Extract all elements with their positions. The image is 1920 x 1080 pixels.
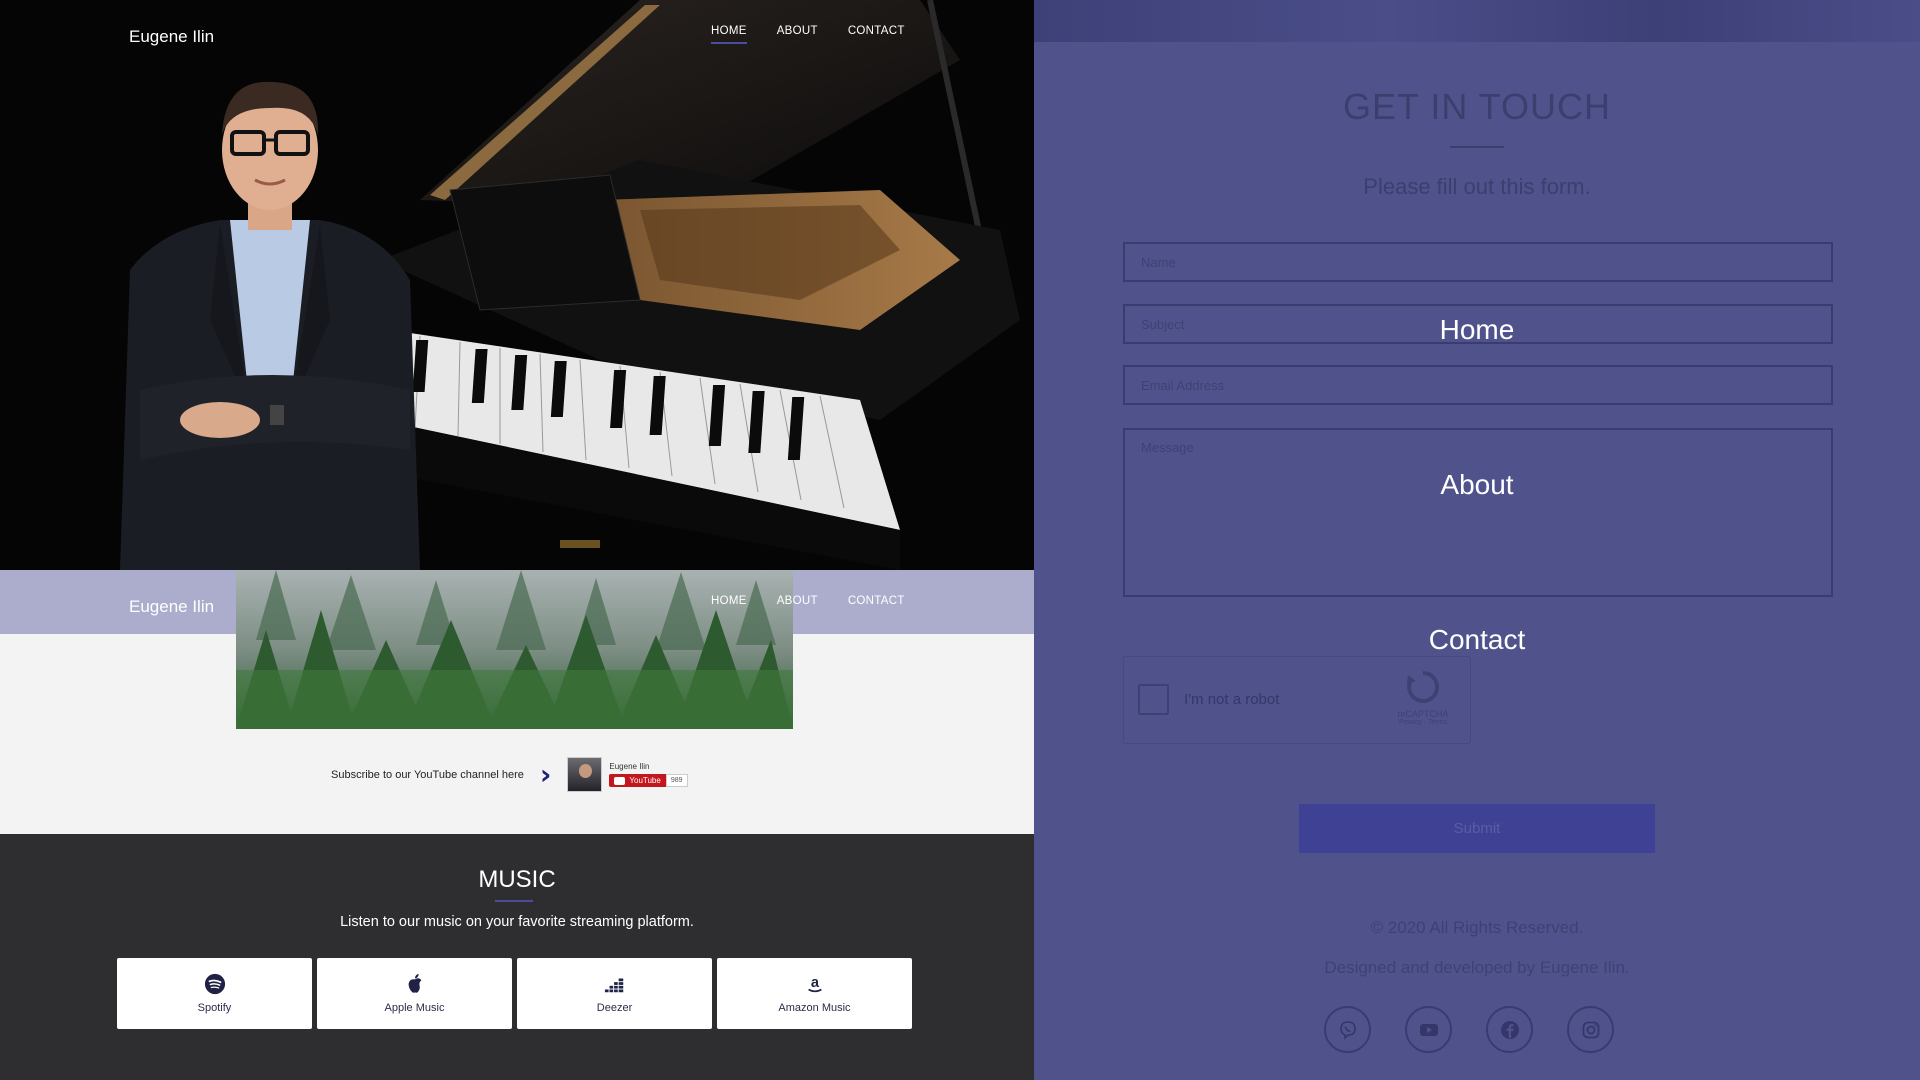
chevron-right-icon: › — [539, 757, 552, 791]
nav-about[interactable]: ABOUT — [777, 25, 818, 44]
menu-link-contact[interactable]: Contact — [1034, 624, 1920, 656]
facebook-icon — [1500, 1020, 1519, 1039]
deezer-icon — [604, 978, 623, 993]
spotify-button[interactable]: Spotify — [117, 958, 312, 1029]
platform-label: Apple Music — [384, 1002, 445, 1014]
recaptcha-links[interactable]: Privacy - Terms — [1388, 719, 1458, 726]
sticky-nav-about[interactable]: ABOUT — [777, 595, 818, 607]
portrait-image — [120, 81, 420, 570]
contact-page-overlay: GET IN TOUCH Please fill out this form. … — [1034, 0, 1920, 1080]
sticky-nav-contact[interactable]: CONTACT — [848, 595, 905, 607]
main-page-preview: Eugene Ilin HOME ABOUT CONTACT Eugene Il… — [0, 0, 1034, 1080]
contact-divider — [1450, 146, 1504, 148]
recaptcha-icon — [1407, 670, 1440, 703]
sticky-brand[interactable]: Eugene Ilin — [129, 597, 214, 617]
contact-title: GET IN TOUCH — [1342, 86, 1612, 127]
youtube-icon — [1419, 1023, 1438, 1036]
youtube-subscribe: Subscribe to our YouTube channel here › … — [331, 757, 688, 792]
viber-icon — [1339, 1020, 1356, 1040]
facebook-link[interactable] — [1486, 1006, 1533, 1053]
instagram-link[interactable] — [1567, 1006, 1614, 1053]
contact-subtitle: Please fill out this form. — [1363, 174, 1591, 199]
amazon-music-button[interactable]: a Amazon Music — [717, 958, 912, 1029]
email-field[interactable] — [1123, 365, 1833, 405]
platform-list: Spotify Apple Music Deezer a Amazon Musi… — [117, 958, 912, 1029]
instagram-icon — [1582, 1021, 1599, 1038]
music-divider — [495, 900, 533, 902]
music-subtitle: Listen to our music on your favorite str… — [340, 914, 694, 930]
apple-icon — [408, 973, 421, 993]
recaptcha-label: I'm not a robot — [1184, 691, 1280, 708]
nav-contact[interactable]: CONTACT — [848, 25, 905, 44]
nav-home[interactable]: HOME — [711, 25, 747, 44]
sticky-nav: HOME ABOUT CONTACT — [711, 595, 905, 607]
recaptcha-widget: I'm not a robot reCAPTCHA Privacy - Term… — [1123, 656, 1471, 744]
main-nav: HOME ABOUT CONTACT — [711, 25, 905, 44]
apple-music-button[interactable]: Apple Music — [317, 958, 512, 1029]
platform-label: Spotify — [197, 1002, 232, 1014]
social-links — [1324, 1006, 1614, 1053]
hero-section: Eugene Ilin HOME ABOUT CONTACT — [0, 0, 1034, 570]
deezer-button[interactable]: Deezer — [517, 958, 712, 1029]
youtube-widget: Eugene Ilin YouTube 989 — [567, 757, 688, 792]
submit-button[interactable]: Submit — [1299, 804, 1655, 853]
name-input[interactable] — [1125, 244, 1831, 280]
recaptcha-logo: reCAPTCHA Privacy - Terms — [1388, 669, 1458, 726]
spotify-icon — [204, 973, 225, 995]
channel-name[interactable]: Eugene Ilin — [609, 762, 687, 771]
recaptcha-checkbox[interactable] — [1138, 684, 1169, 715]
name-field[interactable] — [1123, 242, 1833, 282]
viber-link[interactable] — [1324, 1006, 1371, 1053]
message-field[interactable] — [1123, 428, 1833, 597]
email-input[interactable] — [1125, 367, 1831, 403]
youtube-subscribe-button[interactable]: YouTube — [609, 774, 666, 787]
forest-image — [236, 570, 793, 729]
platform-label: Deezer — [596, 1002, 633, 1014]
channel-avatar[interactable] — [567, 757, 603, 792]
copyright-text: © 2020 All Rights Reserved. — [1370, 918, 1584, 937]
youtube-link[interactable] — [1405, 1006, 1452, 1053]
music-title: MUSIC — [478, 866, 556, 893]
credit-text: Designed and developed by Eugene Ilin. — [1324, 958, 1630, 977]
message-input[interactable] — [1125, 430, 1831, 595]
recaptcha-brand: reCAPTCHA — [1397, 709, 1449, 719]
platform-label: Amazon Music — [778, 1002, 851, 1014]
menu-link-about[interactable]: About — [1034, 469, 1920, 501]
subscriber-count: 989 — [665, 774, 688, 787]
menu-link-home[interactable]: Home — [1034, 314, 1920, 346]
sticky-nav-home[interactable]: HOME — [711, 595, 747, 607]
amazon-icon: a — [807, 975, 822, 993]
header-image-strip — [1034, 0, 1920, 42]
music-section: MUSIC Listen to our music on your favori… — [0, 834, 1034, 1080]
site-brand[interactable]: Eugene Ilin — [129, 27, 214, 47]
svg-text:a: a — [810, 975, 819, 991]
subscribe-text: Subscribe to our YouTube channel here — [331, 768, 524, 781]
